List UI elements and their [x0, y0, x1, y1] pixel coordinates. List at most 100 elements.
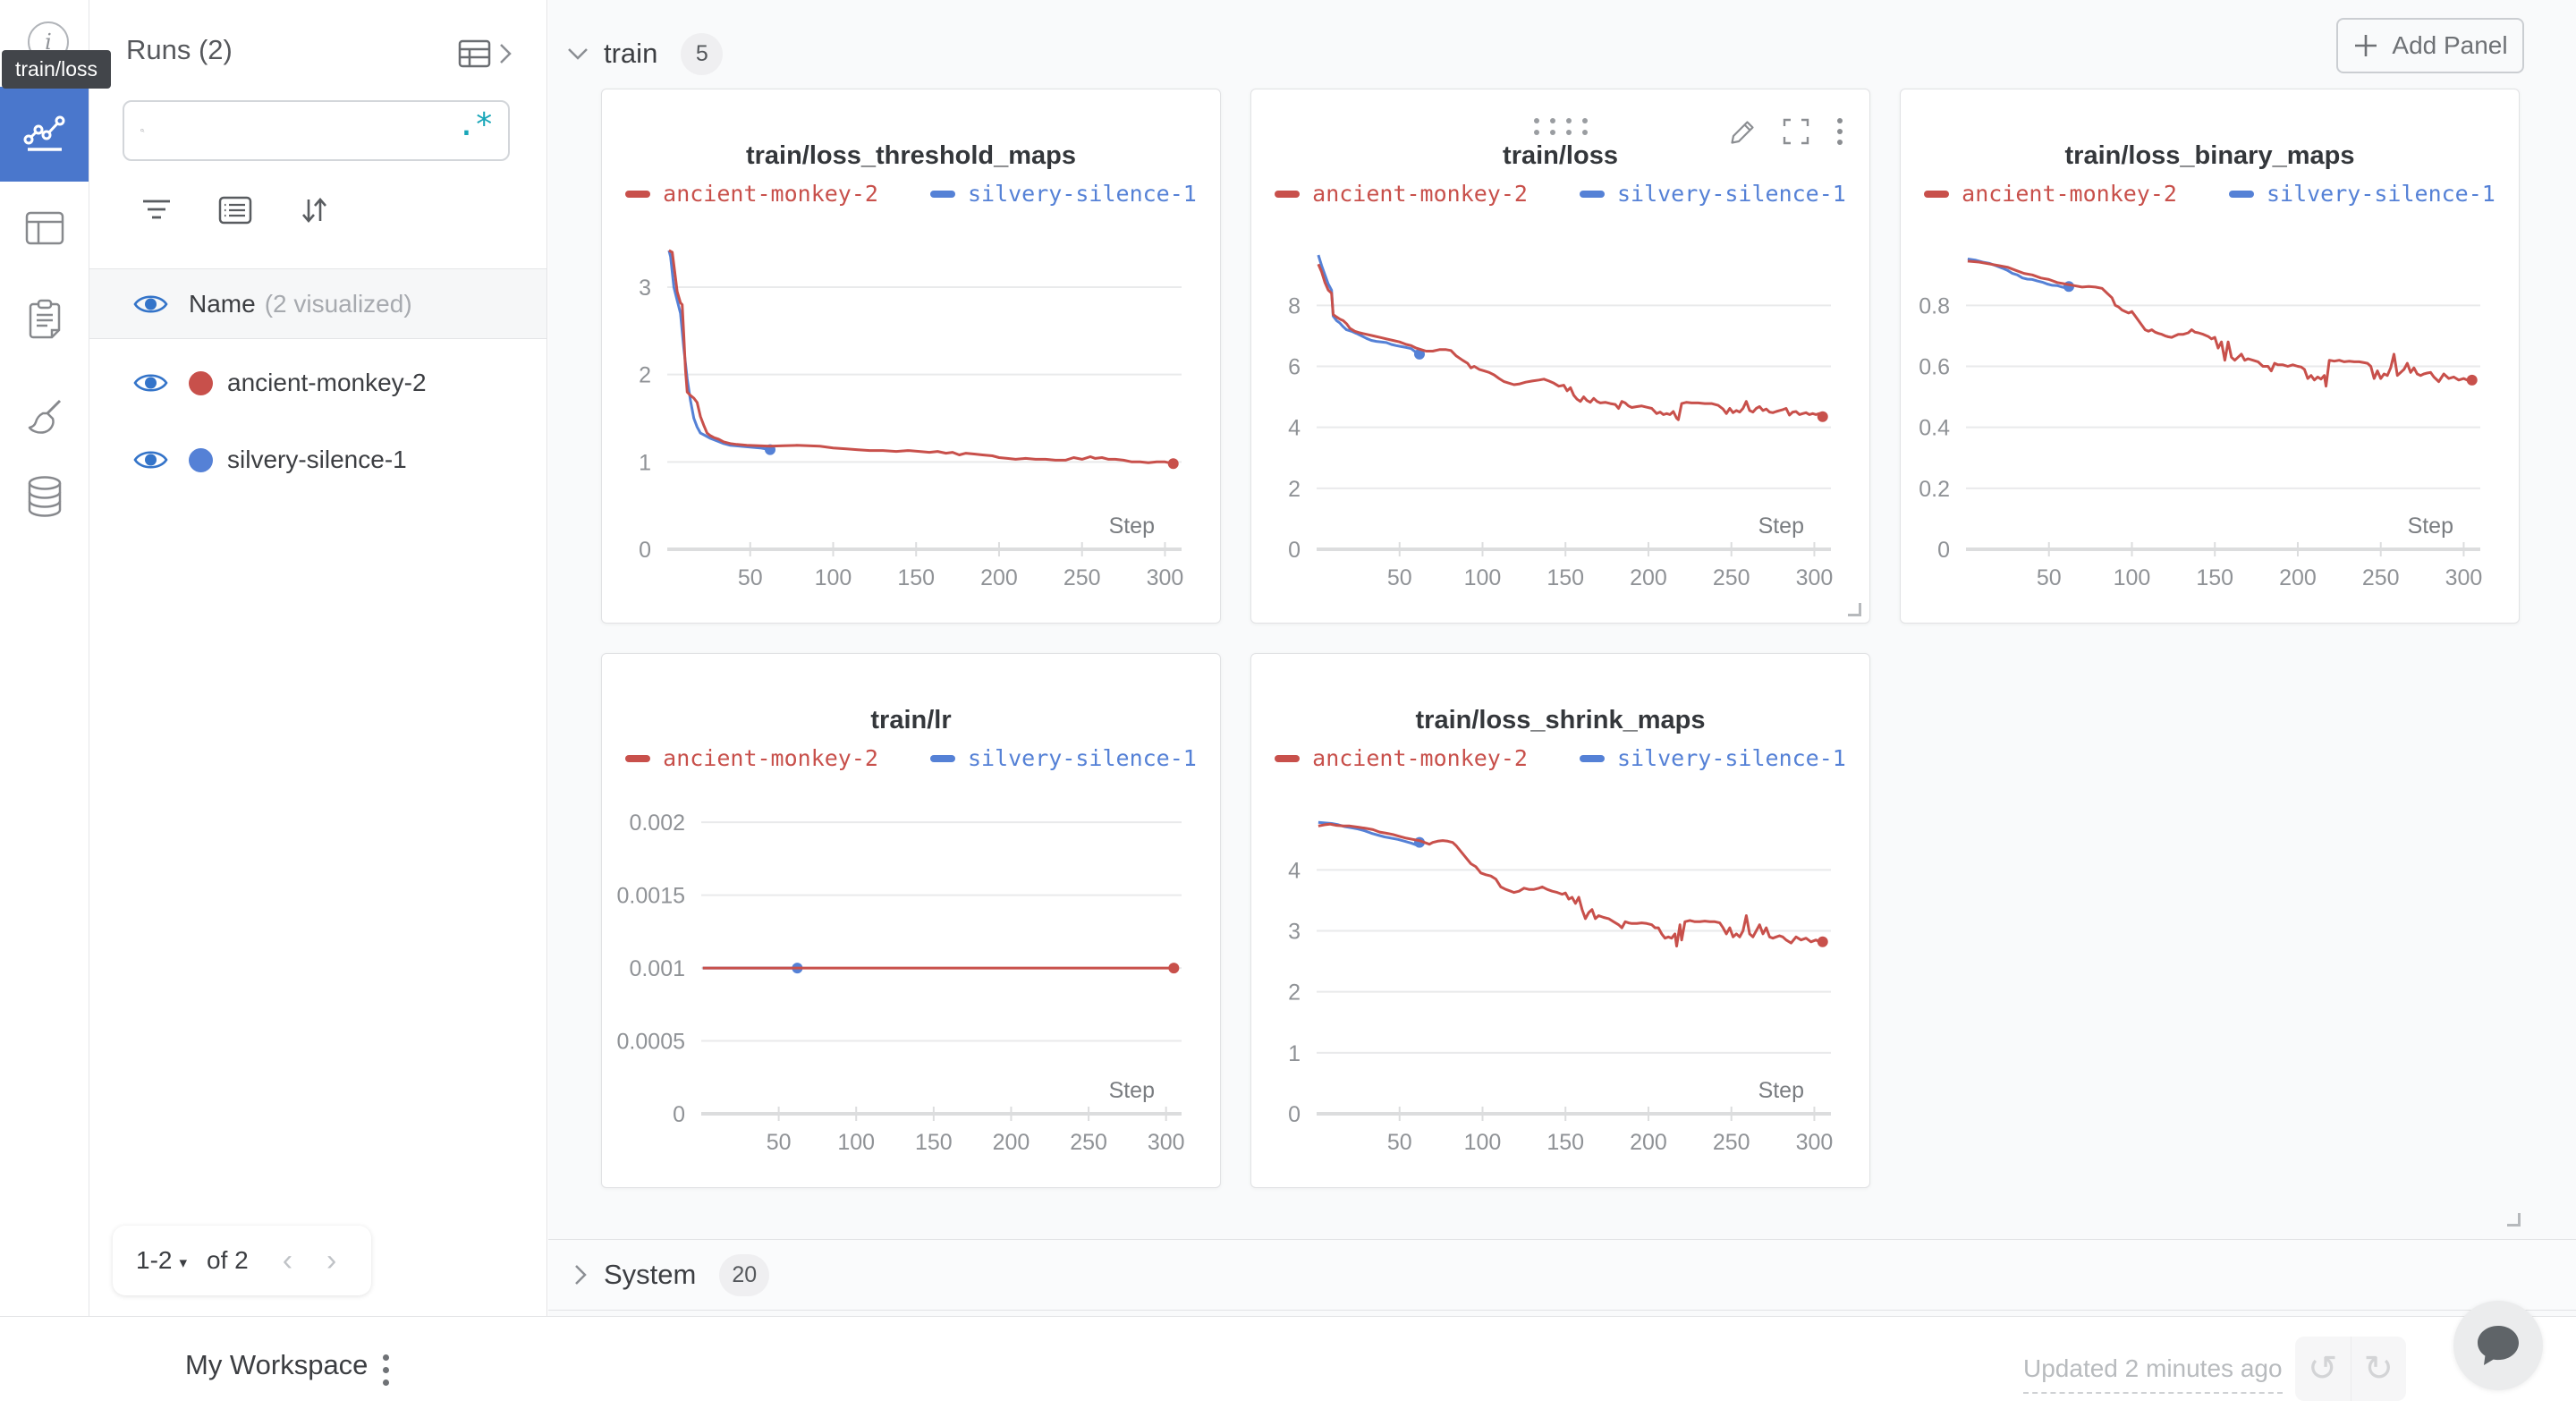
- nav-sweeps[interactable]: [0, 385, 89, 447]
- svg-text:0.2: 0.2: [1919, 477, 1950, 502]
- legend-run-name: ancient-monkey-2: [1312, 181, 1528, 207]
- svg-text:300: 300: [1796, 565, 1834, 590]
- svg-text:0.002: 0.002: [629, 811, 685, 836]
- nav-logs[interactable]: [0, 288, 89, 351]
- add-panel-label: Add Panel: [2392, 31, 2507, 60]
- undo-redo-group: ↺ ↻: [2295, 1337, 2406, 1401]
- panel-card-train-loss-shrink-maps[interactable]: train/loss_shrink_mapsancient-monkey-2si…: [1250, 653, 1870, 1188]
- svg-text:8: 8: [1288, 293, 1301, 318]
- svg-text:0.4: 0.4: [1919, 416, 1950, 441]
- clipboard-icon: [26, 298, 64, 341]
- svg-text:250: 250: [2362, 565, 2400, 590]
- chart-legend: ancient-monkey-2silvery-silence-1: [1251, 745, 1869, 771]
- svg-text:50: 50: [1387, 1130, 1412, 1155]
- panel-card-train-lr[interactable]: train/lr ancient-monkey-2silvery-silence-…: [601, 653, 1221, 1188]
- prev-page-button[interactable]: ‹: [283, 1244, 292, 1278]
- legend-swatch-icon: [930, 755, 955, 762]
- chart-title: train/loss_binary_maps: [1901, 141, 2519, 171]
- nav-panels-active[interactable]: [0, 87, 89, 182]
- legend-item: silvery-silence-1: [1580, 181, 1846, 207]
- chart-plot[interactable]: 0123450100150200250300Step: [1251, 779, 1871, 1178]
- panel-card-train-loss-threshold-maps[interactable]: train/loss_threshold_mapsancient-monkey-…: [601, 89, 1221, 624]
- chart-legend: ancient-monkey-2silvery-silence-1: [602, 181, 1220, 207]
- chat-bubble-icon: [2474, 1322, 2522, 1369]
- svg-text:300: 300: [1148, 1130, 1185, 1155]
- legend-item: silvery-silence-1: [930, 181, 1197, 207]
- drag-handle-icon[interactable]: [1530, 115, 1592, 142]
- svg-text:Step: Step: [2408, 514, 2453, 539]
- undo-button[interactable]: ↺: [2295, 1337, 2351, 1401]
- section-panel-count: 5: [681, 33, 723, 75]
- runs-table-button[interactable]: [458, 36, 515, 72]
- legend-swatch-icon: [1924, 191, 1949, 198]
- svg-text:0.8: 0.8: [1919, 293, 1950, 318]
- workspace-title[interactable]: My Workspace: [185, 1349, 368, 1381]
- chart-title: train/lr: [602, 706, 1220, 735]
- section-header-system[interactable]: System 20: [548, 1239, 2576, 1311]
- legend-swatch-icon: [1275, 191, 1300, 198]
- runs-table-icon: [458, 38, 492, 69]
- runs-list-header[interactable]: Name (2 visualized): [89, 268, 547, 339]
- run-row-ancient-monkey-2[interactable]: ancient-monkey-2: [89, 345, 547, 420]
- regex-toggle[interactable]: .*: [457, 116, 492, 145]
- legend-item: ancient-monkey-2: [1275, 181, 1528, 207]
- redo-button[interactable]: ↻: [2351, 1337, 2407, 1401]
- chart-plot[interactable]: 00.20.40.60.850100150200250300Step: [1901, 215, 2521, 614]
- table-icon: [24, 209, 65, 247]
- chevron-right-icon: [497, 41, 513, 66]
- panel-card-train-loss-binary-maps[interactable]: train/loss_binary_maps ancient-monkey-2 si…: [1900, 89, 2520, 624]
- nav-table[interactable]: [0, 197, 89, 259]
- svg-text:Step: Step: [1758, 1078, 1804, 1103]
- caret-down-icon: ▾: [179, 1254, 187, 1272]
- svg-text:150: 150: [2196, 565, 2233, 590]
- runs-sidebar: Runs (2) .*: [89, 0, 547, 1316]
- search-icon: [140, 117, 145, 144]
- svg-text:300: 300: [1796, 1130, 1834, 1155]
- svg-text:3: 3: [1288, 920, 1301, 945]
- svg-text:0: 0: [1288, 1102, 1301, 1127]
- visibility-icon[interactable]: [132, 369, 169, 397]
- section-panel-count: 20: [719, 1254, 769, 1296]
- nav-artifacts[interactable]: [0, 465, 89, 528]
- panel-card-train-loss[interactable]: train/lossancient-monkey-2silvery-silenc…: [1250, 89, 1870, 624]
- legend-run-name: silvery-silence-1: [1617, 181, 1846, 207]
- svg-text:150: 150: [915, 1130, 953, 1155]
- legend-swatch-icon: [1275, 755, 1300, 762]
- run-color-dot: [189, 371, 213, 395]
- next-page-button[interactable]: ›: [326, 1244, 336, 1278]
- workspace-menu-button[interactable]: [372, 1347, 399, 1392]
- chart-plot[interactable]: 00.00050.0010.00150.00250100150200250300…: [602, 779, 1222, 1178]
- last-updated[interactable]: Updated 2 minutes ago: [2023, 1354, 2283, 1394]
- legend-run-name: ancient-monkey-2: [1312, 745, 1528, 771]
- legend-swatch-icon: [2229, 191, 2254, 198]
- svg-text:100: 100: [837, 1130, 875, 1155]
- section-resize-handle[interactable]: [2507, 1213, 2521, 1227]
- chat-button[interactable]: [2453, 1301, 2543, 1390]
- svg-text:300: 300: [1147, 565, 1184, 590]
- legend-item: silvery-silence-1: [930, 745, 1197, 771]
- visibility-icon[interactable]: [132, 446, 169, 474]
- sort-button[interactable]: [296, 192, 332, 228]
- legend-item: silvery-silence-1: [2229, 181, 2496, 207]
- svg-text:200: 200: [1630, 1130, 1667, 1155]
- run-name: ancient-monkey-2: [227, 369, 427, 397]
- chart-plot[interactable]: 012350100150200250300Step: [602, 215, 1222, 614]
- svg-text:0: 0: [639, 538, 651, 563]
- svg-text:50: 50: [738, 565, 763, 590]
- chart-legend: ancient-monkey-2silvery-silence-1: [602, 745, 1220, 771]
- run-row-silvery-silence-1[interactable]: silvery-silence-1: [89, 422, 547, 497]
- svg-text:50: 50: [767, 1130, 792, 1155]
- filter-button[interactable]: [139, 192, 174, 228]
- svg-text:50: 50: [2037, 565, 2062, 590]
- columns-button[interactable]: [217, 192, 253, 228]
- section-header-train[interactable]: train 5: [566, 27, 723, 81]
- page-range[interactable]: 1-2: [136, 1246, 172, 1275]
- run-search-input[interactable]: [157, 117, 457, 145]
- chart-plot[interactable]: 0246850100150200250300Step: [1251, 215, 1871, 614]
- svg-text:200: 200: [980, 565, 1018, 590]
- add-panel-button[interactable]: Add Panel: [2336, 18, 2524, 73]
- legend-swatch-icon: [625, 191, 650, 198]
- svg-text:150: 150: [1546, 1130, 1584, 1155]
- legend-run-name: silvery-silence-1: [968, 181, 1197, 207]
- legend-item: ancient-monkey-2: [1924, 181, 2177, 207]
